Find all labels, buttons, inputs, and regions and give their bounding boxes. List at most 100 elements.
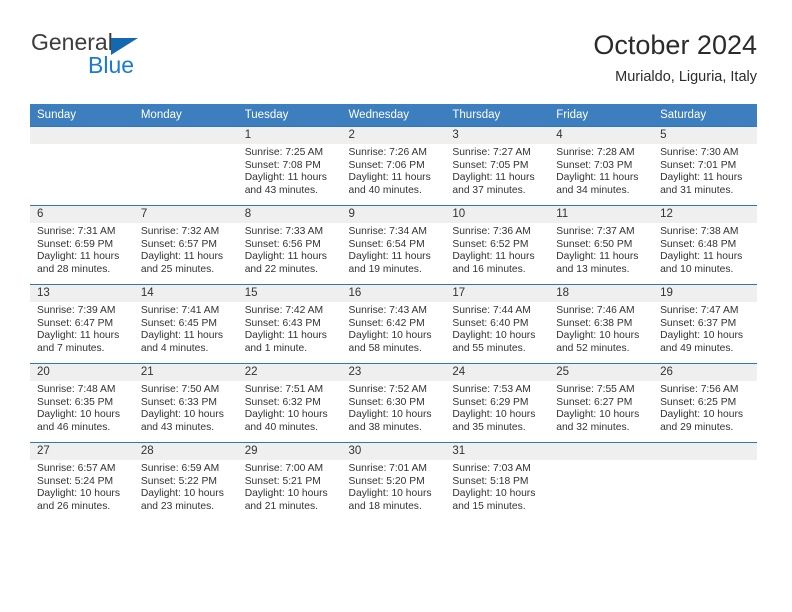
day-number: 13	[30, 285, 134, 302]
calendar-day-cell[interactable]	[30, 126, 134, 206]
calendar-day-cell[interactable]: 7 Sunrise: 7:32 AM Sunset: 6:57 PM Daylight…	[133, 205, 238, 285]
calendar-day-cell[interactable]: 6 Sunrise: 7:31 AM Sunset: 6:59 PM Daylight…	[30, 205, 134, 285]
calendar-day-cell[interactable]: 5 Sunrise: 7:30 AM Sunset: 7:01 PM Daylight…	[653, 126, 757, 206]
day-number: 15	[237, 285, 342, 302]
sunrise-time: Sunrise: 7:31 AM	[37, 226, 116, 237]
day-number: 10	[445, 206, 550, 223]
calendar-day-cell[interactable]	[133, 126, 238, 206]
daylight-duration-line-2: and 16 minutes.	[452, 263, 526, 275]
calendar-day-cell[interactable]	[549, 442, 654, 521]
daylight-duration-line-1: Daylight: 11 hours	[348, 251, 431, 263]
daylight-duration-line-1: Daylight: 10 hours	[37, 488, 120, 500]
calendar-week-row: 20 Sunrise: 7:48 AM Sunset: 6:35 PM Dayligh…	[30, 363, 757, 443]
daylight-duration-line-1: Daylight: 10 hours	[660, 330, 744, 342]
day-details: Sunrise: 7:36 AM Sunset: 6:52 PM Daylight:…	[445, 223, 549, 276]
sunrise-time: Sunrise: 7:43 AM	[348, 305, 427, 316]
daylight-duration-line-1: Daylight: 11 hours	[348, 172, 431, 184]
calendar-day-cell[interactable]: 1 Sunrise: 7:25 AM Sunset: 7:08 PM Daylight…	[237, 126, 342, 206]
calendar-day-cell[interactable]: 3 Sunrise: 7:27 AM Sunset: 7:05 PM Daylight…	[445, 126, 550, 206]
sunrise-time: Sunrise: 7:47 AM	[660, 305, 739, 316]
logo-text-blue: Blue	[88, 52, 135, 78]
calendar-day-cell[interactable]: 9 Sunrise: 7:34 AM Sunset: 6:54 PM Daylight…	[341, 205, 446, 285]
sunrise-time: Sunrise: 7:55 AM	[556, 384, 635, 395]
page-header: General Blue October 2024 Murialdo, Ligu…	[30, 28, 757, 98]
day-number: 20	[30, 364, 134, 381]
calendar-day-cell[interactable]: 10 Sunrise: 7:36 AM Sunset: 6:52 PM Dayligh…	[445, 205, 550, 285]
day-cell-content: 4 Sunrise: 7:28 AM Sunset: 7:03 PM Daylight…	[549, 127, 654, 205]
calendar-day-cell[interactable]: 21 Sunrise: 7:50 AM Sunset: 6:33 PM Dayligh…	[133, 363, 238, 443]
weekday-header-tuesday: Tuesday	[237, 104, 342, 127]
day-number	[549, 443, 654, 460]
day-number: 16	[341, 285, 446, 302]
sunrise-time: Sunrise: 7:25 AM	[244, 147, 324, 158]
calendar-day-cell[interactable]: 15 Sunrise: 7:42 AM Sunset: 6:43 PM Dayligh…	[237, 284, 342, 364]
calendar-day-cell[interactable]	[653, 442, 757, 521]
day-cell-content: 13 Sunrise: 7:39 AM Sunset: 6:47 PM Dayligh…	[30, 285, 134, 363]
calendar-day-cell[interactable]: 8 Sunrise: 7:33 AM Sunset: 6:56 PM Daylight…	[237, 205, 342, 285]
daylight-duration-line-1: Daylight: 11 hours	[244, 330, 327, 342]
daylight-duration-line-2: and 22 minutes.	[244, 263, 318, 275]
calendar-day-cell[interactable]: 2 Sunrise: 7:26 AM Sunset: 7:06 PM Daylight…	[341, 126, 446, 206]
daylight-duration-line-1: Daylight: 10 hours	[348, 330, 432, 342]
sunrise-time: Sunrise: 7:38 AM	[660, 226, 739, 237]
day-cell-content: 2 Sunrise: 7:26 AM Sunset: 7:06 PM Daylight…	[341, 127, 446, 205]
calendar-day-cell[interactable]: 12 Sunrise: 7:38 AM Sunset: 6:48 PM Dayligh…	[653, 205, 757, 285]
day-number: 18	[549, 285, 654, 302]
calendar-day-cell[interactable]: 19 Sunrise: 7:47 AM Sunset: 6:37 PM Dayligh…	[653, 284, 757, 364]
sunset-time: Sunset: 6:33 PM	[140, 396, 217, 408]
day-details: Sunrise: 7:00 AM Sunset: 5:21 PM Daylight:…	[238, 460, 342, 513]
day-details: Sunrise: 7:47 AM Sunset: 6:37 PM Daylight:…	[653, 302, 757, 355]
calendar-day-cell[interactable]: 28 Sunrise: 6:59 AM Sunset: 5:22 PM Dayligh…	[133, 442, 238, 521]
calendar-day-cell[interactable]: 31 Sunrise: 7:03 AM Sunset: 5:18 PM Dayligh…	[445, 442, 550, 521]
day-number: 2	[341, 127, 446, 144]
daylight-duration-line-1: Daylight: 11 hours	[37, 251, 120, 263]
day-number: 19	[653, 285, 757, 302]
calendar-day-cell[interactable]: 27 Sunrise: 6:57 AM Sunset: 5:24 PM Dayligh…	[30, 442, 134, 521]
calendar-day-cell[interactable]: 22 Sunrise: 7:51 AM Sunset: 6:32 PM Dayligh…	[237, 363, 342, 443]
daylight-duration-line-1: Daylight: 10 hours	[348, 488, 432, 500]
calendar-day-cell[interactable]: 20 Sunrise: 7:48 AM Sunset: 6:35 PM Dayligh…	[30, 363, 134, 443]
sunset-time: Sunset: 7:06 PM	[348, 159, 425, 171]
calendar-day-cell[interactable]: 16 Sunrise: 7:43 AM Sunset: 6:42 PM Dayligh…	[341, 284, 446, 364]
sunset-time: Sunset: 6:59 PM	[37, 238, 114, 250]
calendar-day-cell[interactable]: 11 Sunrise: 7:37 AM Sunset: 6:50 PM Dayligh…	[549, 205, 654, 285]
day-cell-content: 22 Sunrise: 7:51 AM Sunset: 6:32 PM Dayligh…	[237, 364, 342, 442]
day-details: Sunrise: 7:34 AM Sunset: 6:54 PM Daylight:…	[342, 223, 446, 276]
calendar-day-cell[interactable]: 13 Sunrise: 7:39 AM Sunset: 6:47 PM Dayligh…	[30, 284, 134, 364]
day-number	[653, 443, 757, 460]
calendar-day-cell[interactable]: 26 Sunrise: 7:56 AM Sunset: 6:25 PM Dayligh…	[653, 363, 757, 443]
day-number: 5	[653, 127, 757, 144]
calendar-day-cell[interactable]: 18 Sunrise: 7:46 AM Sunset: 6:38 PM Dayligh…	[549, 284, 654, 364]
daylight-duration-line-2: and 18 minutes.	[348, 500, 422, 512]
daylight-duration-line-1: Daylight: 11 hours	[140, 330, 224, 342]
day-number: 26	[653, 364, 757, 381]
calendar-day-cell[interactable]: 14 Sunrise: 7:41 AM Sunset: 6:45 PM Dayligh…	[133, 284, 238, 364]
sunset-time: Sunset: 7:03 PM	[556, 159, 633, 171]
day-details: Sunrise: 7:33 AM Sunset: 6:56 PM Daylight:…	[238, 223, 342, 276]
daylight-duration-line-2: and 35 minutes.	[452, 421, 526, 433]
daylight-duration-line-1: Daylight: 10 hours	[37, 409, 120, 421]
calendar-day-cell[interactable]: 23 Sunrise: 7:52 AM Sunset: 6:30 PM Dayligh…	[341, 363, 446, 443]
day-number: 4	[549, 127, 654, 144]
calendar-day-cell[interactable]: 17 Sunrise: 7:44 AM Sunset: 6:40 PM Dayligh…	[445, 284, 550, 364]
sunset-time: Sunset: 6:38 PM	[556, 317, 633, 329]
calendar-day-cell[interactable]: 29 Sunrise: 7:00 AM Sunset: 5:21 PM Dayligh…	[237, 442, 342, 521]
day-cell-content: 26 Sunrise: 7:56 AM Sunset: 6:25 PM Dayligh…	[653, 364, 757, 442]
day-details: Sunrise: 7:38 AM Sunset: 6:48 PM Daylight:…	[653, 223, 757, 276]
daylight-duration-line-2: and 55 minutes.	[452, 342, 526, 354]
daylight-duration-line-2: and 37 minutes.	[452, 184, 526, 196]
calendar-day-cell[interactable]: 30 Sunrise: 7:01 AM Sunset: 5:20 PM Dayligh…	[341, 442, 446, 521]
calendar-body: 1 Sunrise: 7:25 AM Sunset: 7:08 PM Daylight…	[30, 126, 757, 521]
daylight-duration-line-2: and 26 minutes.	[37, 500, 111, 512]
day-cell-content: 8 Sunrise: 7:33 AM Sunset: 6:56 PM Daylight…	[237, 206, 342, 284]
day-cell-content	[133, 127, 238, 205]
calendar-day-cell[interactable]: 25 Sunrise: 7:55 AM Sunset: 6:27 PM Dayligh…	[549, 363, 654, 443]
day-details: Sunrise: 7:55 AM Sunset: 6:27 PM Daylight:…	[549, 381, 653, 434]
calendar-day-cell[interactable]: 4 Sunrise: 7:28 AM Sunset: 7:03 PM Daylight…	[549, 126, 654, 206]
sunset-time: Sunset: 6:30 PM	[348, 396, 425, 408]
day-cell-content: 23 Sunrise: 7:52 AM Sunset: 6:30 PM Dayligh…	[341, 364, 446, 442]
sunrise-time: Sunrise: 7:53 AM	[452, 384, 531, 395]
daylight-duration-line-1: Daylight: 10 hours	[244, 409, 328, 421]
calendar-day-cell[interactable]: 24 Sunrise: 7:53 AM Sunset: 6:29 PM Dayligh…	[445, 363, 550, 443]
daylight-duration-line-1: Daylight: 11 hours	[37, 330, 120, 342]
